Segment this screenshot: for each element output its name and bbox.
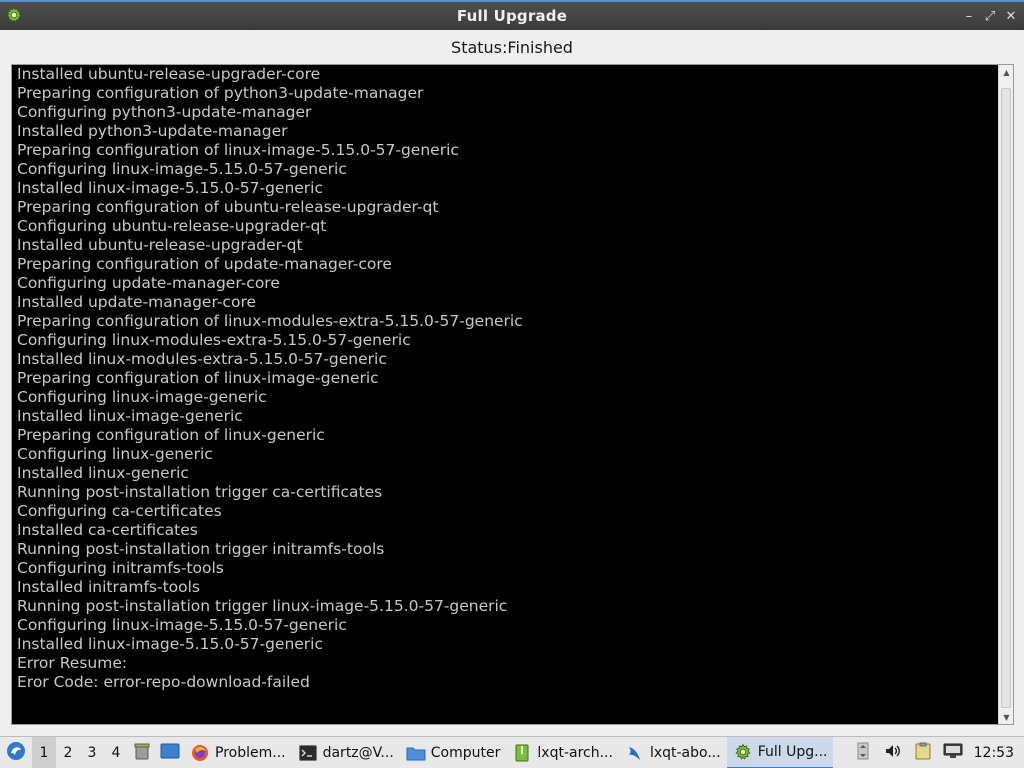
log-line: Eror Code: error-repo-download-failed — [17, 673, 310, 691]
archive-icon — [512, 743, 532, 763]
log-line: Configuring linux-image-generic — [17, 388, 267, 406]
status-label: Status:Finished — [451, 38, 573, 57]
task-firefox[interactable]: Problem... — [184, 737, 292, 768]
log-line: Preparing configuration of linux-image-g… — [17, 369, 379, 387]
log-line: Configuring python3-update-manager — [17, 103, 312, 121]
trash-icon — [133, 742, 151, 764]
tray-clipboard[interactable] — [908, 737, 938, 768]
task-label: dartz@V... — [322, 744, 394, 761]
log-line: Installed linux-image-5.15.0-57-generic — [17, 179, 324, 197]
log-line: Running post-installation trigger ca-cer… — [17, 483, 383, 501]
task-lxqt-about[interactable]: lxqt-abo... — [619, 737, 727, 768]
log-line: Preparing configuration of update-manage… — [17, 255, 392, 273]
task-terminal[interactable]: dartz@V... — [292, 737, 400, 768]
start-menu-button[interactable] — [0, 737, 32, 768]
log-line: Installed python3-update-manager — [17, 122, 288, 140]
tray-arrows-icon — [857, 742, 869, 764]
log-line: Installed linux-modules-extra-5.15.0-57-… — [17, 350, 387, 368]
log-line: Configuring linux-image-5.15.0-57-generi… — [17, 616, 347, 634]
desktop-switch-1[interactable]: 1 — [32, 736, 56, 768]
task-label: Full Upg... — [757, 743, 828, 760]
minimize-button[interactable]: – — [960, 7, 978, 25]
upgrade-dialog: Status:Finished Installed ubuntu-release… — [0, 30, 1024, 736]
task-label: lxqt-arch... — [537, 744, 613, 761]
log-line: Configuring ubuntu-release-upgrader-qt — [17, 217, 327, 235]
log-line: Installed linux-generic — [17, 464, 189, 482]
task-archiver[interactable]: lxqt-arch... — [506, 737, 619, 768]
show-desktop-icon — [160, 742, 180, 764]
log-line: Installed ubuntu-release-upgrader-core — [17, 65, 321, 83]
log-line: Preparing configuration of ubuntu-releas… — [17, 198, 439, 216]
clipboard-icon — [915, 742, 931, 764]
log-line: Configuring linux-modules-extra-5.15.0-5… — [17, 331, 411, 349]
log-line: Running post-installation trigger linux-… — [17, 597, 508, 615]
tray-network[interactable] — [938, 737, 968, 768]
quicklaunch-trash[interactable] — [128, 737, 156, 768]
scrollbar-thumb[interactable] — [1001, 88, 1011, 708]
log-line: Installed update-manager-core — [17, 293, 257, 311]
log-line: Installed initramfs-tools — [17, 578, 200, 596]
log-line: Configuring update-manager-core — [17, 274, 280, 292]
task-full-upgrade[interactable]: Full Upg... — [726, 736, 834, 768]
desktop-switch-3[interactable]: 3 — [80, 737, 104, 768]
log-line: Preparing configuration of linux-modules… — [17, 312, 523, 330]
folder-icon — [406, 743, 426, 763]
log-line: Configuring linux-image-5.15.0-57-generi… — [17, 160, 347, 178]
task-label: lxqt-abo... — [649, 744, 721, 761]
log-line: Configuring initramfs-tools — [17, 559, 224, 577]
task-computer[interactable]: Computer — [400, 737, 507, 768]
log-line: Installed ca-certificates — [17, 521, 198, 539]
lxqt-start-icon — [6, 741, 26, 765]
log-line: Running post-installation trigger initra… — [17, 540, 385, 558]
terminal-icon — [298, 743, 318, 763]
close-button[interactable]: ✕ — [1002, 7, 1020, 25]
log-line: Configuring ca-certificates — [17, 502, 222, 520]
tray-scroll-handle[interactable] — [848, 737, 878, 768]
quicklaunch-show-desktop[interactable] — [156, 737, 184, 768]
vertical-scrollbar[interactable]: ▲ ▼ — [998, 65, 1013, 724]
log-line: Installed linux-image-generic — [17, 407, 243, 425]
log-line: Error Resume: — [17, 654, 128, 672]
clock[interactable]: 12:53 — [968, 737, 1024, 768]
network-icon — [943, 743, 963, 763]
scroll-down-arrow-icon[interactable]: ▼ — [999, 710, 1013, 724]
log-line: Configuring linux-generic — [17, 445, 213, 463]
log-line: Preparing configuration of linux-image-5… — [17, 141, 459, 159]
task-label: Problem... — [215, 744, 286, 761]
window-title: Full Upgrade — [456, 7, 568, 25]
lxqt-icon — [625, 743, 645, 763]
log-line: Preparing configuration of linux-generic — [17, 426, 325, 444]
log-line: Installed ubuntu-release-upgrader-qt — [17, 236, 303, 254]
log-lines: Installed ubuntu-release-upgrader-core Pr… — [17, 65, 993, 692]
tray-volume[interactable] — [878, 737, 908, 768]
log-line: Installed linux-image-5.15.0-57-generic — [17, 635, 324, 653]
taskbar: 1 2 3 4 Problem... dartz@V... Computer l… — [0, 736, 1024, 768]
task-label: Computer — [430, 744, 501, 761]
log-output[interactable]: Installed ubuntu-release-upgrader-core Pr… — [11, 64, 1014, 725]
window-titlebar[interactable]: Full Upgrade – ⤢ ✕ — [0, 0, 1024, 30]
restore-button[interactable]: ⤢ — [981, 7, 999, 25]
desktop-switch-2[interactable]: 2 — [56, 737, 80, 768]
desktop-switch-4[interactable]: 4 — [104, 737, 128, 768]
gear-icon — [733, 742, 753, 762]
scroll-up-arrow-icon[interactable]: ▲ — [999, 65, 1013, 79]
volume-icon — [884, 742, 902, 764]
log-line: Preparing configuration of python3-updat… — [17, 84, 424, 102]
firefox-icon — [190, 743, 210, 763]
